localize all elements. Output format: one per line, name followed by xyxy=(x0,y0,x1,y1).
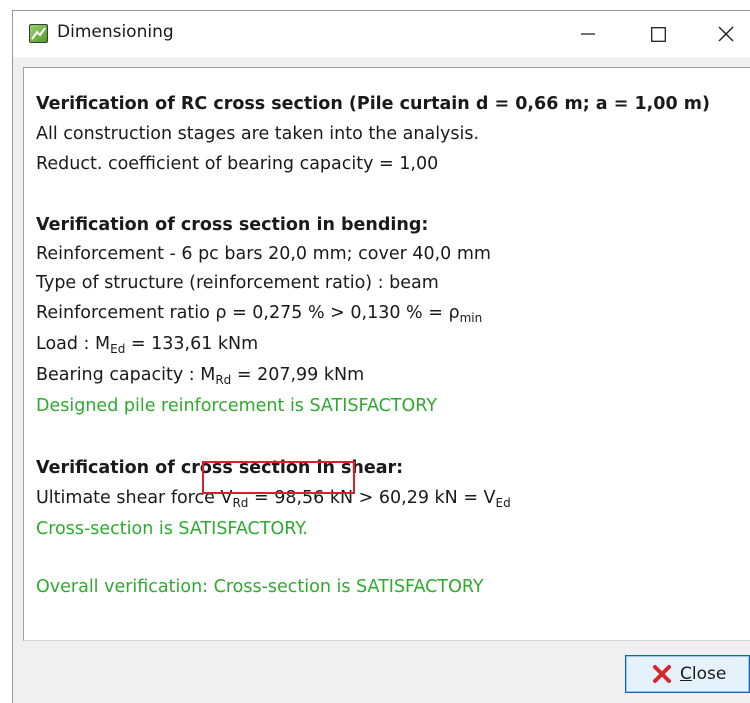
verification-heading: Verification of RC cross section (Pile c… xyxy=(36,94,710,114)
app-icon xyxy=(29,24,48,43)
shear-result-text: Cross-section is SATISFACTORY. xyxy=(36,519,308,539)
overall-result-text: Overall verification: Cross-section is S… xyxy=(36,577,484,597)
results-panel: Verification of RC cross section (Pile c… xyxy=(23,67,750,641)
title-bar[interactable]: Dimensioning xyxy=(13,11,750,57)
stages-text: All construction stages are taken into t… xyxy=(36,124,480,144)
bending-result-text: Designed pile reinforcement is SATISFACT… xyxy=(36,396,438,416)
dimensioning-window: Dimensioning Verification of RC cross se… xyxy=(12,10,750,703)
reinforcement-ratio-text: Reinforcement ratio ρ = 0,275 % > 0,130 … xyxy=(36,303,483,325)
close-icon xyxy=(718,26,734,42)
bearing-capacity-text: Bearing capacity : MRd = 207,99 kNm xyxy=(36,365,365,387)
maximize-icon xyxy=(650,26,666,42)
minimize-icon xyxy=(581,33,595,35)
close-x-icon xyxy=(652,664,672,684)
close-button-label: Close xyxy=(680,664,727,684)
window-close-button[interactable] xyxy=(696,11,750,57)
bending-heading: Verification of cross section in bending… xyxy=(36,215,429,235)
reduct-coefficient-text: Reduct. coefficient of bearing capacity … xyxy=(36,154,439,174)
reinforcement-text: Reinforcement - 6 pc bars 20,0 mm; cover… xyxy=(36,244,491,264)
window-title: Dimensioning xyxy=(57,22,174,42)
vrd-highlight-box xyxy=(202,461,355,494)
maximize-button[interactable] xyxy=(628,11,688,57)
minimize-button[interactable] xyxy=(558,11,618,57)
load-text: Load : MEd = 133,61 kNm xyxy=(36,334,259,356)
structure-type-text: Type of structure (reinforcement ratio) … xyxy=(36,273,439,293)
close-button[interactable]: Close xyxy=(625,655,750,693)
